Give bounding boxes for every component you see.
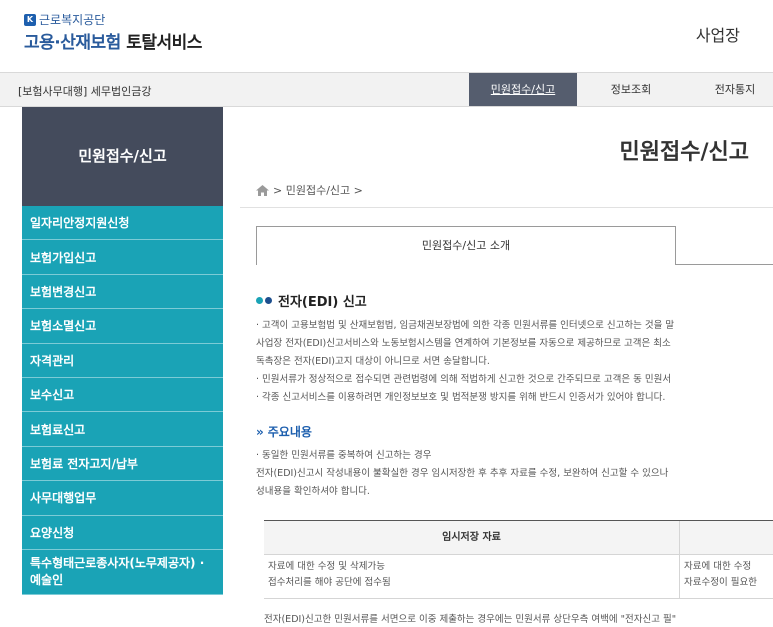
agent-label: [보험사무대행] 세무법인금강 xyxy=(18,85,152,98)
tab-inactive[interactable] xyxy=(676,226,773,265)
table-row: 자료에 대한 수정 및 삭제가능 접수처리를 해야 공단에 접수됨 자료에 대한… xyxy=(264,555,773,599)
sidebar-item-job-stability[interactable]: 일자리안정지원신청 xyxy=(22,206,223,241)
table-header-cell: 임시저장 자료 xyxy=(264,521,680,554)
service-title-blue: 고용·산재보험 xyxy=(24,33,121,53)
section-title: 전자(EDI) 신고 xyxy=(256,291,367,310)
table-header-cell xyxy=(680,521,773,554)
sidebar-title: 민원접수/신고 xyxy=(22,107,223,206)
note-line: 전자(EDI)신고시 작성내용이 불확실한 경우 임시저장한 후 추후 자료를 … xyxy=(256,468,669,479)
table-cell-line: 접수처리를 해야 공단에 접수됨 xyxy=(268,577,391,588)
paragraph-line: · 각종 신고서비스를 이용하려면 개인정보보호 및 법적분쟁 방지를 위해 반… xyxy=(256,392,666,403)
tab-civil-petition[interactable]: 민원접수/신고 xyxy=(469,73,577,106)
kcomwel-logo-icon: K xyxy=(24,13,36,26)
note-line: · 동일한 민원서류를 중복하여 신고하는 경우 xyxy=(256,450,432,461)
global-nav-bar: [보험사무대행] 세무법인금강 민원접수/신고 정보조회 전자통지 xyxy=(0,72,773,107)
org-logo[interactable]: K 근로복지공단 xyxy=(24,11,105,28)
paragraph-line: · 고객이 고용보험법 및 산재보험법, 임금채권보장법에 의한 각종 민원서류… xyxy=(256,320,675,331)
header: K 근로복지공단 고용·산재보험 토탈서비스 사업장 xyxy=(0,0,773,72)
subsection-title: » 주요내용 xyxy=(256,423,312,440)
table-cell: 자료에 대한 수정 자료수정이 필요한 xyxy=(680,555,773,598)
section-title-text: 전자(EDI) 신고 xyxy=(278,295,367,310)
sidebar-item-premium-report[interactable]: 보험료신고 xyxy=(22,412,223,447)
bullet-dots-icon xyxy=(256,297,272,304)
tab-electronic-notice[interactable]: 전자통지 xyxy=(685,73,773,106)
home-icon[interactable] xyxy=(256,184,269,196)
workplace-label: 사업장 xyxy=(695,26,740,45)
sidebar-item-special-workers[interactable]: 특수형태근로종사자(노무제공자) · 예술인 xyxy=(22,549,223,595)
table-cell: 자료에 대한 수정 및 삭제가능 접수처리를 해야 공단에 접수됨 xyxy=(264,555,680,598)
service-title[interactable]: 고용·산재보험 토탈서비스 xyxy=(24,28,202,53)
breadcrumb: > 민원접수/신고 > xyxy=(256,182,363,198)
subsection-title-text: 주요내용 xyxy=(267,425,312,439)
table-header: 임시저장 자료 xyxy=(264,521,773,555)
org-name: 근로복지공단 xyxy=(39,13,106,27)
bottom-note: 전자(EDI)신고한 민원서류를 서면으로 이중 제출하는 경우에는 민원서류 … xyxy=(264,614,677,625)
sidebar-item-agency-work[interactable]: 사무대행업무 xyxy=(22,481,223,516)
divider xyxy=(240,207,773,208)
paragraph-line: 사업장 전자(EDI)신고서비스와 노동보험시스템을 연계하여 기본정보를 자동… xyxy=(256,338,671,349)
sidebar-item-insurance-change[interactable]: 보험변경신고 xyxy=(22,274,223,310)
sidebar-item-premium-payment[interactable]: 보험료 전자고지/납부 xyxy=(22,446,223,482)
sidebar-item-qualification[interactable]: 자격관리 xyxy=(22,343,223,378)
table-cell-line: 자료에 대한 수정 xyxy=(684,561,752,572)
table-cell-line: 자료에 대한 수정 및 삭제가능 xyxy=(268,561,385,572)
paragraph-line: · 민원서류가 정상적으로 접수되면 관련법령에 의해 적법하게 신고한 것으로… xyxy=(256,374,672,385)
page-title: 민원접수/신고 xyxy=(619,140,749,165)
paragraph-line: 독촉장은 전자(EDI)고지 대상이 아니므로 서면 송달합니다. xyxy=(256,356,490,367)
tab-intro[interactable]: 민원접수/신고 소개 xyxy=(256,226,676,265)
table-cell-line: 자료수정이 필요한 xyxy=(684,577,757,588)
sidebar-item-medical-care[interactable]: 요양신청 xyxy=(22,515,223,550)
sidebar-item-wage-report[interactable]: 보수신고 xyxy=(22,377,223,413)
breadcrumb-text[interactable]: > 민원접수/신고 > xyxy=(273,182,363,198)
double-chevron-icon: » xyxy=(256,424,264,439)
service-title-dark: 토탈서비스 xyxy=(126,33,202,53)
temp-save-table: 임시저장 자료 자료에 대한 수정 및 삭제가능 접수처리를 해야 공단에 접수… xyxy=(264,520,773,599)
tab-info-lookup[interactable]: 정보조회 xyxy=(577,73,685,106)
sidebar-item-insurance-termination[interactable]: 보험소멸신고 xyxy=(22,309,223,344)
sidebar-menu: 일자리안정지원신청 보험가입신고 보험변경신고 보험소멸신고 자격관리 보수신고… xyxy=(22,206,223,595)
sidebar-item-insurance-join[interactable]: 보험가입신고 xyxy=(22,240,223,275)
note-line: 성내용을 확인하셔야 합니다. xyxy=(256,486,370,497)
